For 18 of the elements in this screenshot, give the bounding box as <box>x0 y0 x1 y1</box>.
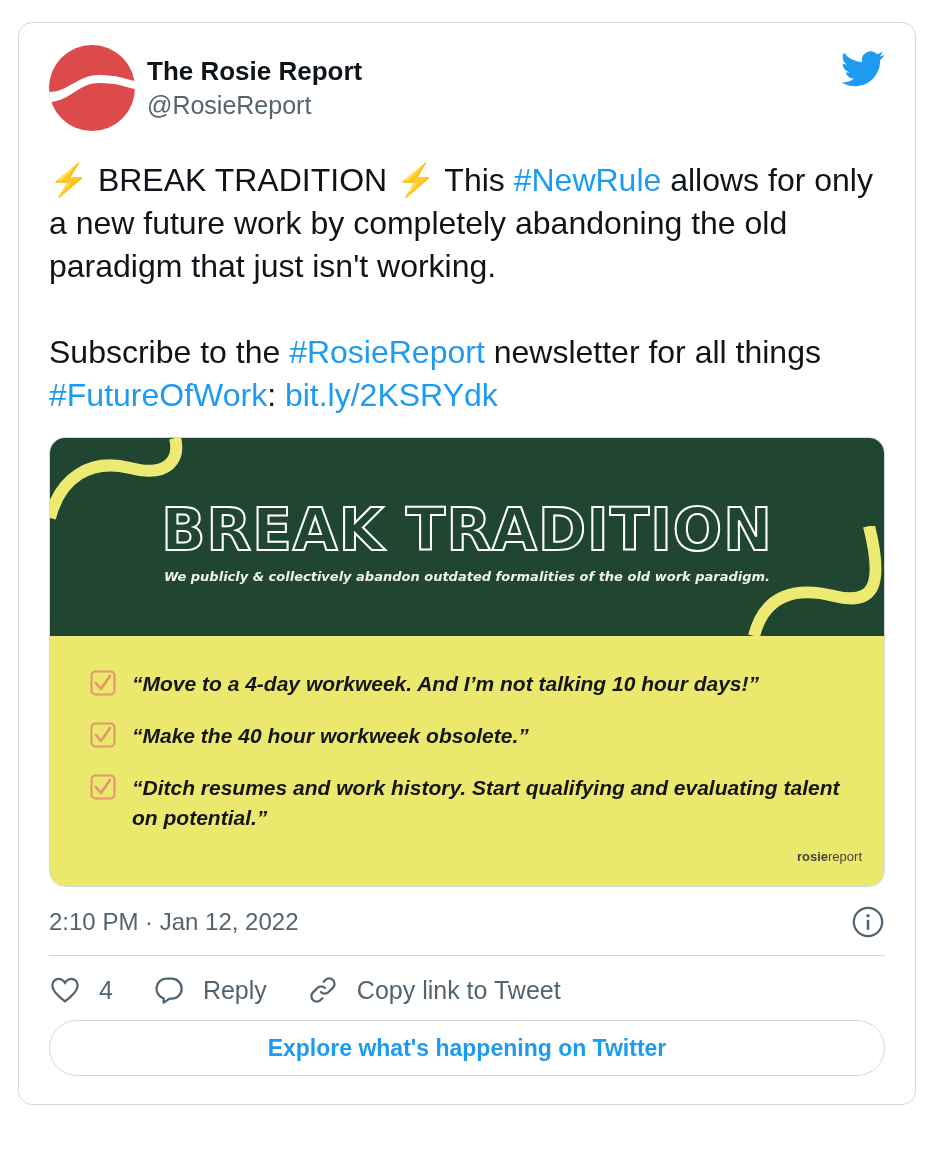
tweet-image[interactable] <box>49 437 885 887</box>
tweet-text: Subscribe to the #RosieReport newsletter for all things #FutureOfWork: bit.ly/2KSRYdk <box>49 333 822 415</box>
info-icon[interactable] <box>851 905 885 939</box>
author-name[interactable]: The Rosie Report <box>147 56 829 87</box>
graphic-title: BREAK TRADITION <box>161 500 773 559</box>
author-handle[interactable]: @RosieReport <box>147 91 829 120</box>
timestamp[interactable]: 2:10 PM · Jan 12, 2022 <box>49 908 299 936</box>
like-button[interactable]: 4 <box>49 974 113 1006</box>
bird-icon[interactable] <box>841 51 885 87</box>
avatar[interactable] <box>49 45 135 131</box>
checklist-text: “Ditch resumes and work history. Start qualifying and evaluating talent on potential.” <box>132 775 841 831</box>
tweet-text: ⚡ BREAK TRADITION ⚡ This #NewRule allows for only a new future work by completely abandoning the old paradigm that just isn't working. <box>49 161 874 286</box>
graphic-subtitle: We publicly & collectively abandon outdated formalities of the old work paradigm. <box>163 568 771 584</box>
reply-button[interactable]: Reply <box>152 974 267 1006</box>
checklist-text: “Move to a 4-day workweek. And I’m not talking 10 hour days!” <box>132 671 760 697</box>
logo-text: rosiereport <box>796 849 862 864</box>
checklist-text: “Make the 40 hour workweek obsolete.” <box>132 723 529 749</box>
copy-button[interactable]: Copy link to Tweet <box>306 974 561 1006</box>
